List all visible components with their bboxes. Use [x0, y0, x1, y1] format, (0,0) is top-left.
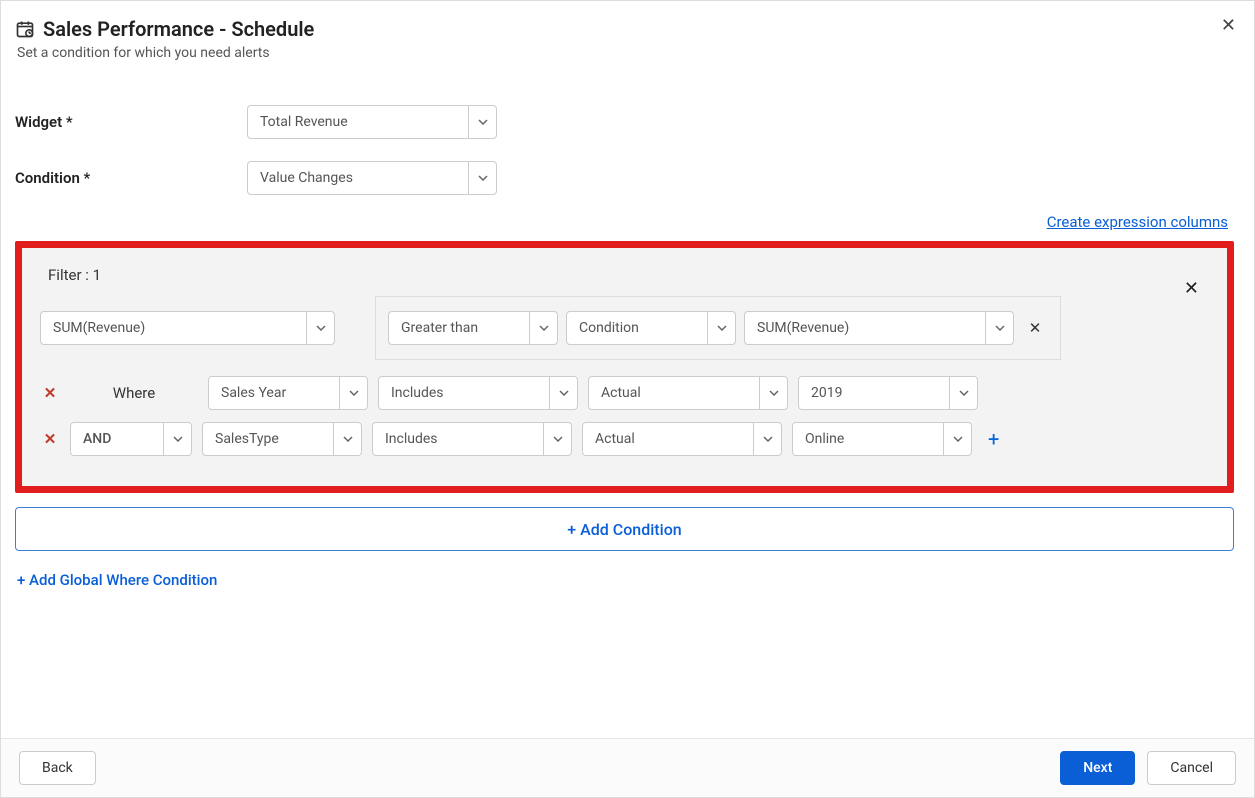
chevron-down-icon: [468, 162, 496, 194]
cancel-button[interactable]: Cancel: [1147, 751, 1236, 785]
schedule-dialog: Sales Performance - Schedule Set a condi…: [0, 0, 1255, 798]
measure-dropdown[interactable]: SUM(Revenue): [40, 311, 335, 345]
chevron-down-icon: [529, 312, 557, 344]
close-icon[interactable]: ✕: [1221, 15, 1236, 36]
chevron-down-icon: [306, 312, 334, 344]
where-mode-dropdown[interactable]: Actual: [588, 376, 788, 410]
remove-where-icon[interactable]: ✕: [40, 430, 60, 448]
chevron-down-icon: [943, 423, 971, 455]
dialog-title: Sales Performance - Schedule: [43, 17, 314, 41]
where-field-dropdown[interactable]: SalesType: [202, 422, 362, 456]
calendar-icon: [15, 19, 35, 39]
chevron-down-icon: [759, 377, 787, 409]
compare-value-text: SUM(Revenue): [745, 312, 985, 344]
where-op-dropdown[interactable]: Includes: [372, 422, 572, 456]
where-op-dropdown[interactable]: Includes: [378, 376, 578, 410]
chevron-down-icon: [949, 377, 977, 409]
comparison-group: Greater than Condition SUM(Revenue): [375, 296, 1061, 360]
condition-label: Condition *: [15, 169, 247, 187]
comparator-dropdown[interactable]: Greater than: [388, 311, 558, 345]
chevron-down-icon: [163, 423, 191, 455]
filter-close-icon[interactable]: ✕: [1184, 278, 1199, 299]
filter-panel: Filter : 1 ✕ SUM(Revenue) Greater than: [15, 241, 1234, 493]
where-value-text: Online: [793, 423, 943, 455]
chevron-down-icon: [549, 377, 577, 409]
chevron-down-icon: [985, 312, 1013, 344]
add-where-icon[interactable]: +: [988, 427, 999, 451]
compare-type-dropdown[interactable]: Condition: [566, 311, 736, 345]
dialog-footer: Back Next Cancel: [1, 738, 1254, 797]
dialog-body: Widget * Total Revenue Condition * Value…: [1, 67, 1254, 738]
where-op-value: Includes: [379, 377, 549, 409]
where-row: ✕ AND SalesType Includes Actual: [40, 422, 1209, 456]
compare-type-value: Condition: [567, 312, 707, 344]
chevron-down-icon: [543, 423, 571, 455]
chevron-down-icon: [753, 423, 781, 455]
where-value-dropdown[interactable]: Online: [792, 422, 972, 456]
comparator-value: Greater than: [389, 312, 529, 344]
where-mode-dropdown[interactable]: Actual: [582, 422, 782, 456]
where-value-dropdown[interactable]: 2019: [798, 376, 978, 410]
chevron-down-icon: [333, 423, 361, 455]
where-row: ✕ Where Sales Year Includes Actual: [40, 376, 1209, 410]
widget-value: Total Revenue: [248, 106, 468, 138]
chevron-down-icon: [339, 377, 367, 409]
where-value-text: 2019: [799, 377, 949, 409]
where-mode-value: Actual: [589, 377, 759, 409]
chevron-down-icon: [707, 312, 735, 344]
dialog-header: Sales Performance - Schedule Set a condi…: [1, 1, 1254, 67]
remove-where-icon[interactable]: ✕: [40, 384, 60, 402]
where-op-value: Includes: [373, 423, 543, 455]
filter-title: Filter : 1: [48, 266, 1209, 284]
where-field-value: Sales Year: [209, 377, 339, 409]
widget-dropdown[interactable]: Total Revenue: [247, 105, 497, 139]
add-global-where-link[interactable]: + Add Global Where Condition: [15, 571, 1234, 589]
chevron-down-icon: [468, 106, 496, 138]
condition-dropdown[interactable]: Value Changes: [247, 161, 497, 195]
where-field-dropdown[interactable]: Sales Year: [208, 376, 368, 410]
measure-value: SUM(Revenue): [41, 312, 306, 344]
widget-label: Widget *: [15, 113, 247, 131]
back-button[interactable]: Back: [19, 751, 96, 785]
where-mode-value: Actual: [583, 423, 753, 455]
add-condition-button[interactable]: + Add Condition: [15, 507, 1234, 551]
remove-comparison-icon[interactable]: ✕: [1022, 315, 1048, 341]
where-label: Where: [70, 384, 198, 402]
logic-dropdown[interactable]: AND: [70, 422, 192, 456]
compare-value-dropdown[interactable]: SUM(Revenue): [744, 311, 1014, 345]
condition-value: Value Changes: [248, 162, 468, 194]
dialog-subtitle: Set a condition for which you need alert…: [17, 45, 1234, 61]
next-button[interactable]: Next: [1060, 751, 1135, 785]
where-field-value: SalesType: [203, 423, 333, 455]
logic-value: AND: [71, 423, 163, 455]
create-expression-link[interactable]: Create expression columns: [1047, 213, 1228, 231]
